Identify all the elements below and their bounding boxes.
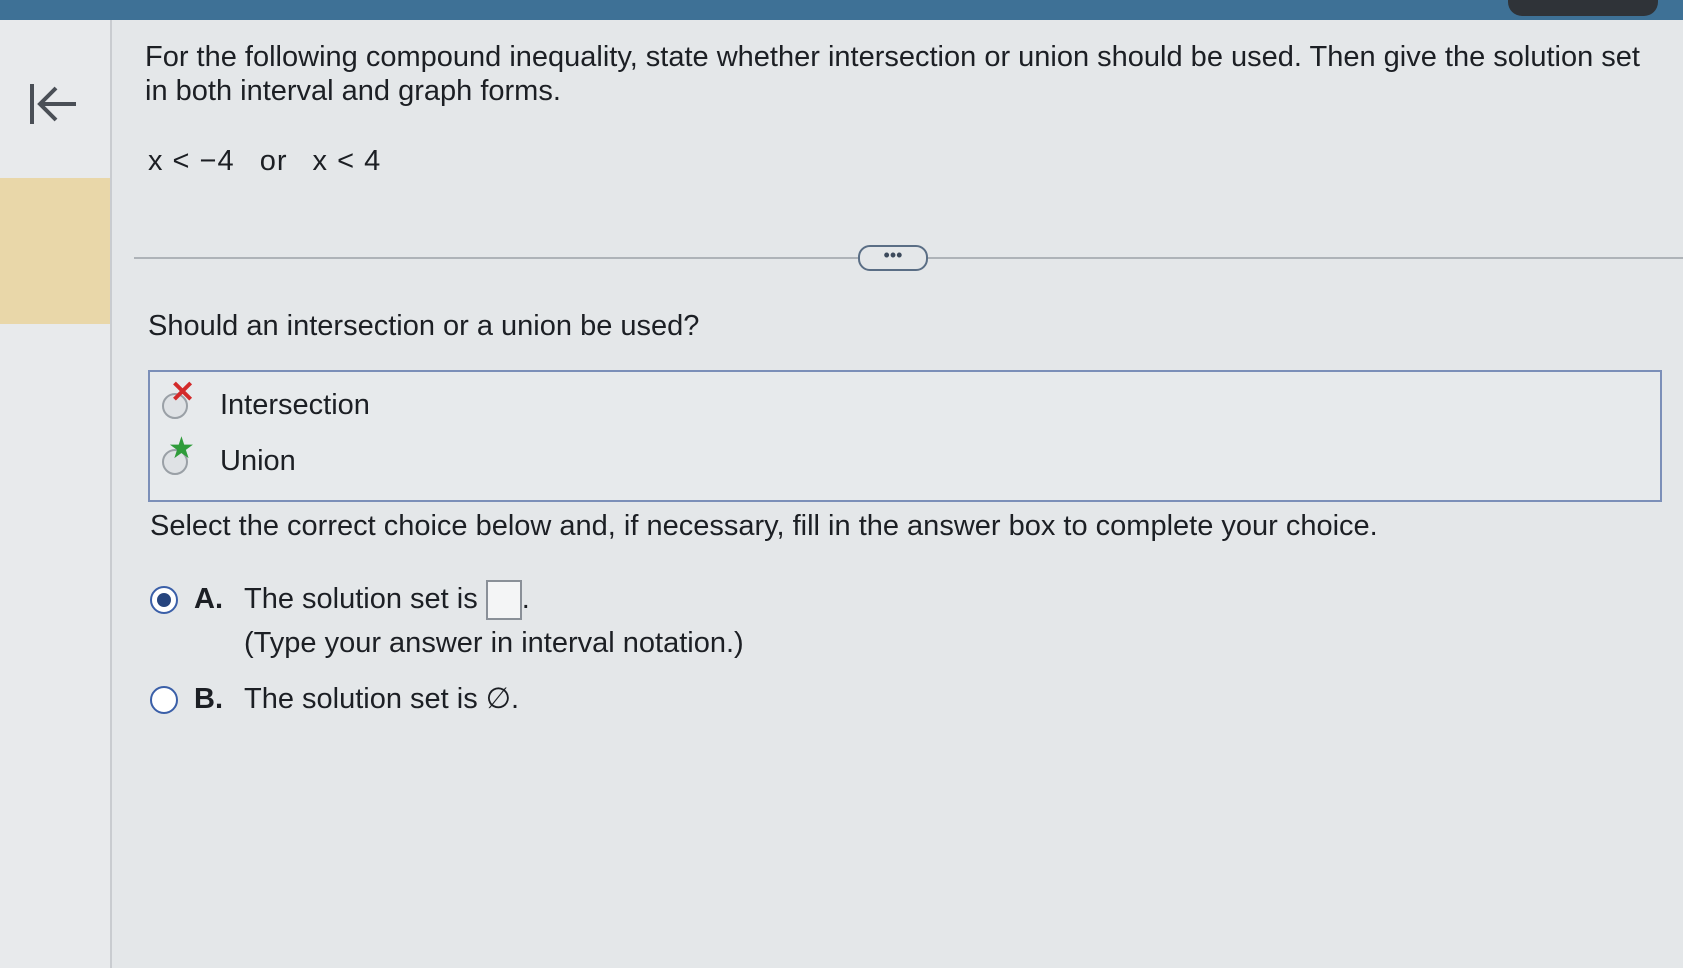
- correct-star-icon: ★: [168, 432, 195, 465]
- answer-input[interactable]: [485, 580, 522, 621]
- choice-label: Intersection: [220, 389, 370, 421]
- compound-inequality: x < −4 or x < 4: [148, 145, 397, 178]
- inequality-left: x < −4: [148, 145, 235, 177]
- choice-label: Union: [220, 445, 296, 477]
- part1-choice-box: ✕ Intersection ★ Union: [148, 370, 1662, 502]
- more-button[interactable]: •••: [858, 245, 928, 271]
- incorrect-x-icon: ✕: [170, 376, 196, 409]
- inequality-right: x < 4: [312, 145, 382, 177]
- option-text: The solution set is ∅.: [244, 683, 520, 715]
- option-a-text: The solution set is: [244, 583, 478, 615]
- arrow-left-to-bar-icon[interactable]: [28, 78, 88, 138]
- question-panel: For the following compound inequality, s…: [112, 20, 1683, 968]
- answer-hint: (Type your answer in interval notation.): [244, 627, 744, 659]
- rail-highlight: [0, 178, 110, 324]
- radio-button-selected[interactable]: [150, 586, 178, 614]
- inequality-connector: or: [259, 145, 288, 177]
- option-text: The solution set is.: [244, 580, 530, 621]
- radio-button[interactable]: [150, 686, 178, 714]
- option-a-suffix: .: [521, 583, 530, 615]
- option-letter: A.: [194, 583, 223, 615]
- choice-union[interactable]: ★ Union: [150, 432, 750, 486]
- option-letter: B.: [194, 683, 223, 715]
- part2-instruction: Select the correct choice below and, if …: [150, 510, 1378, 542]
- part1-question: Should an intersection or a union be use…: [148, 310, 700, 342]
- left-rail: [0, 20, 112, 968]
- top-bar-pill[interactable]: [1508, 0, 1658, 16]
- choice-intersection[interactable]: ✕ Intersection: [150, 376, 750, 430]
- question-prompt: For the following compound inequality, s…: [145, 41, 1640, 107]
